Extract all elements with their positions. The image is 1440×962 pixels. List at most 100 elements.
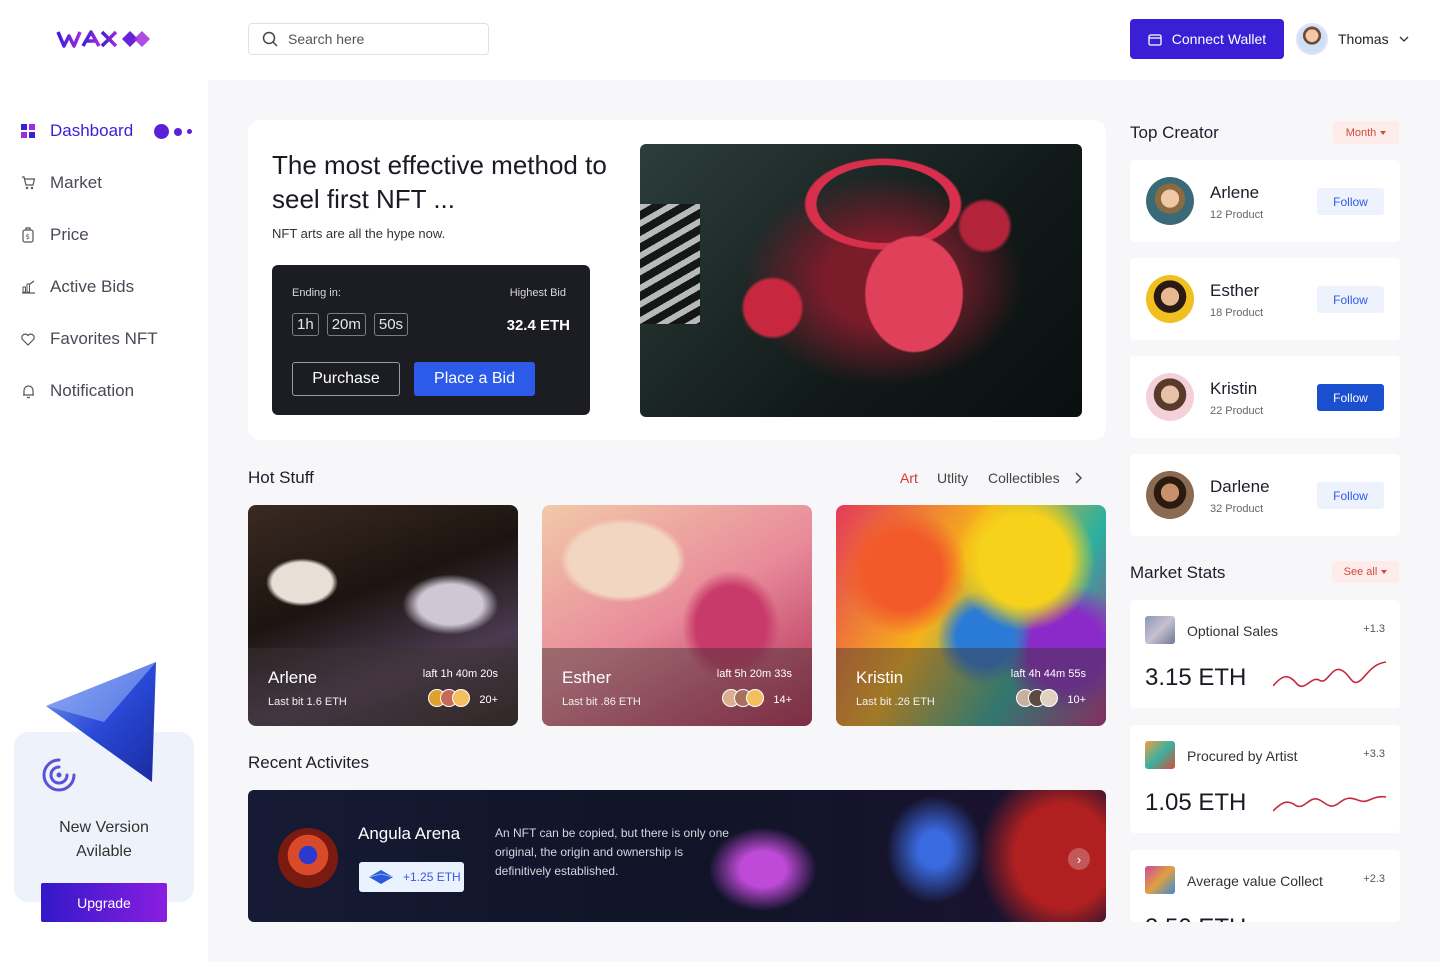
hot-stuff-title: Hot Stuff [248, 468, 314, 487]
creator-products: 22 Product [1210, 405, 1264, 417]
search-placeholder: Search here [288, 31, 365, 47]
stat-change: +2.3 [1363, 873, 1385, 885]
grid-icon [20, 123, 36, 139]
card-last-bid: Last bit 1.6 ETH [268, 696, 347, 708]
svg-text:$: $ [26, 233, 30, 241]
countdown-timer: 1h 20m 50s [292, 313, 409, 336]
tab-utility[interactable]: Utlity [937, 470, 968, 486]
recent-activities-title: Recent Activites [248, 753, 369, 772]
user-menu[interactable]: Thomas [1296, 23, 1409, 55]
card-name: Arlene [268, 668, 318, 687]
promo-line2: Avilable [76, 843, 132, 860]
timer-hours: 1h [292, 313, 319, 336]
purchase-button[interactable]: Purchase [292, 362, 400, 396]
creator-row[interactable]: Arlene 12 Product Follow [1130, 160, 1400, 242]
chart-bars-icon [20, 279, 36, 295]
hero-nft-artwork[interactable] [640, 144, 1082, 417]
search-input[interactable]: Search here [248, 23, 489, 55]
highest-bid-value: 32.4 ETH [506, 317, 570, 334]
upgrade-button[interactable]: Upgrade [41, 883, 167, 922]
wax-logo[interactable] [56, 26, 152, 52]
month-filter-label: Month [1345, 126, 1377, 139]
sidebar-item-notification[interactable]: Notification [20, 381, 134, 401]
sidebar-item-label: Market [50, 173, 102, 192]
chevron-right-icon[interactable] [1075, 472, 1083, 484]
card-info-overlay: Arlene Last bit 1.6 ETH laft 1h 40m 20s … [248, 648, 518, 726]
card-name: Kristin [856, 668, 904, 687]
sidebar-item-label: Favorites NFT [50, 329, 158, 348]
card-info-overlay: Esther Last bit .86 ETH laft 5h 20m 33s … [542, 648, 812, 726]
sidebar-item-label: Price [50, 225, 89, 244]
creator-avatar [1146, 177, 1194, 225]
nft-card-kristin[interactable]: Kristin Last bit .26 ETH laft 4h 44m 55s… [836, 505, 1106, 726]
bidder-count: 10+ [1067, 694, 1086, 706]
see-all-dropdown[interactable]: See all [1332, 561, 1399, 583]
place-bid-button[interactable]: Place a Bid [414, 362, 535, 396]
promo-line1: New Version [59, 819, 149, 836]
card-last-bid: Last bit .86 ETH [562, 696, 641, 708]
sidebar-item-price[interactable]: $ Price [20, 225, 89, 245]
creator-name: Esther [1210, 281, 1260, 300]
bidder-count: 20+ [479, 694, 498, 706]
activity-amount: +1.25 ETH [403, 870, 461, 884]
follow-button[interactable]: Follow [1317, 482, 1384, 509]
next-arrow-button[interactable]: › [1068, 848, 1090, 870]
spiral-icon [42, 758, 76, 792]
promo-text: New Version Avilable [14, 816, 194, 864]
nft-card-esther[interactable]: Esther Last bit .86 ETH laft 5h 20m 33s … [542, 505, 812, 726]
creator-row[interactable]: Darlene 32 Product Follow [1130, 454, 1400, 536]
sidebar-item-market[interactable]: Market [20, 173, 102, 193]
caret-down-icon [1381, 570, 1388, 574]
see-all-label: See all [1343, 566, 1378, 578]
wallet-icon [1148, 33, 1162, 46]
creator-row[interactable]: Esther 18 Product Follow [1130, 258, 1400, 340]
card-time-left: laft 1h 40m 20s [422, 668, 498, 680]
chevron-down-icon [1399, 36, 1409, 42]
follow-button[interactable]: Follow [1317, 188, 1384, 215]
creator-name: Arlene [1210, 183, 1260, 202]
market-stat-card[interactable]: Average value Collect +2.3 3.50 ETH [1130, 850, 1400, 922]
tab-art[interactable]: Art [900, 470, 918, 486]
featured-auction-card: The most effective method to seel first … [248, 120, 1106, 440]
top-creator-title: Top Creator [1130, 123, 1219, 142]
price-tag-icon: $ [20, 227, 36, 243]
tab-collectibles[interactable]: Collectibles [988, 470, 1060, 486]
artwork-stripes [640, 204, 700, 324]
activity-description: An NFT can be copied, but there is only … [495, 826, 729, 878]
top-bar: Search here Connect Wallet Thomas [0, 0, 1440, 80]
ending-label: Ending in: [292, 287, 341, 299]
stat-value: 3.50 ETH [1145, 914, 1246, 922]
sidebar-item-favorites[interactable]: Favorites NFT [20, 329, 158, 349]
activity-avatar[interactable] [278, 828, 338, 888]
user-avatar [1296, 23, 1328, 55]
card-time-left: laft 5h 20m 33s [716, 668, 792, 680]
stat-thumbnail [1145, 866, 1175, 894]
creator-avatar [1146, 373, 1194, 421]
follow-button[interactable]: Follow [1317, 384, 1384, 411]
connect-wallet-button[interactable]: Connect Wallet [1130, 19, 1284, 59]
market-stat-card[interactable]: Procured by Artist +3.3 1.05 ETH [1130, 725, 1400, 833]
user-name: Thomas [1338, 31, 1389, 47]
hero-subtitle: NFT arts are all the hype now. [272, 226, 446, 241]
highest-bid-label: Highest Bid [509, 287, 566, 299]
sidebar-item-label: Dashboard [50, 121, 134, 140]
sparkline [1273, 795, 1387, 812]
follow-button[interactable]: Follow [1317, 286, 1384, 313]
market-stat-card[interactable]: Optional Sales +1.3 3.15 ETH [1130, 600, 1400, 708]
sidebar-item-dashboard[interactable]: Dashboard [20, 121, 133, 141]
card-info-overlay: Kristin Last bit .26 ETH laft 4h 44m 55s… [836, 648, 1106, 726]
bid-panel: Ending in: Highest Bid 1h 20m 50s 32.4 E… [272, 265, 590, 415]
creator-name: Darlene [1210, 477, 1270, 496]
nft-card-arlene[interactable]: Arlene Last bit 1.6 ETH laft 1h 40m 20s … [248, 505, 518, 726]
stat-value: 1.05 ETH [1145, 789, 1247, 816]
sidebar-item-active-bids[interactable]: Active Bids [20, 277, 134, 297]
card-name: Esther [562, 668, 612, 687]
creator-products: 12 Product [1210, 209, 1264, 221]
month-filter-dropdown[interactable]: Month [1333, 121, 1399, 144]
stat-label: Average value Collect [1187, 873, 1323, 889]
creator-products: 32 Product [1210, 503, 1264, 515]
creator-row[interactable]: Kristin 22 Product Follow [1130, 356, 1400, 438]
caret-down-icon [1380, 130, 1387, 135]
timer-seconds: 50s [373, 313, 409, 336]
cart-icon [20, 175, 36, 191]
